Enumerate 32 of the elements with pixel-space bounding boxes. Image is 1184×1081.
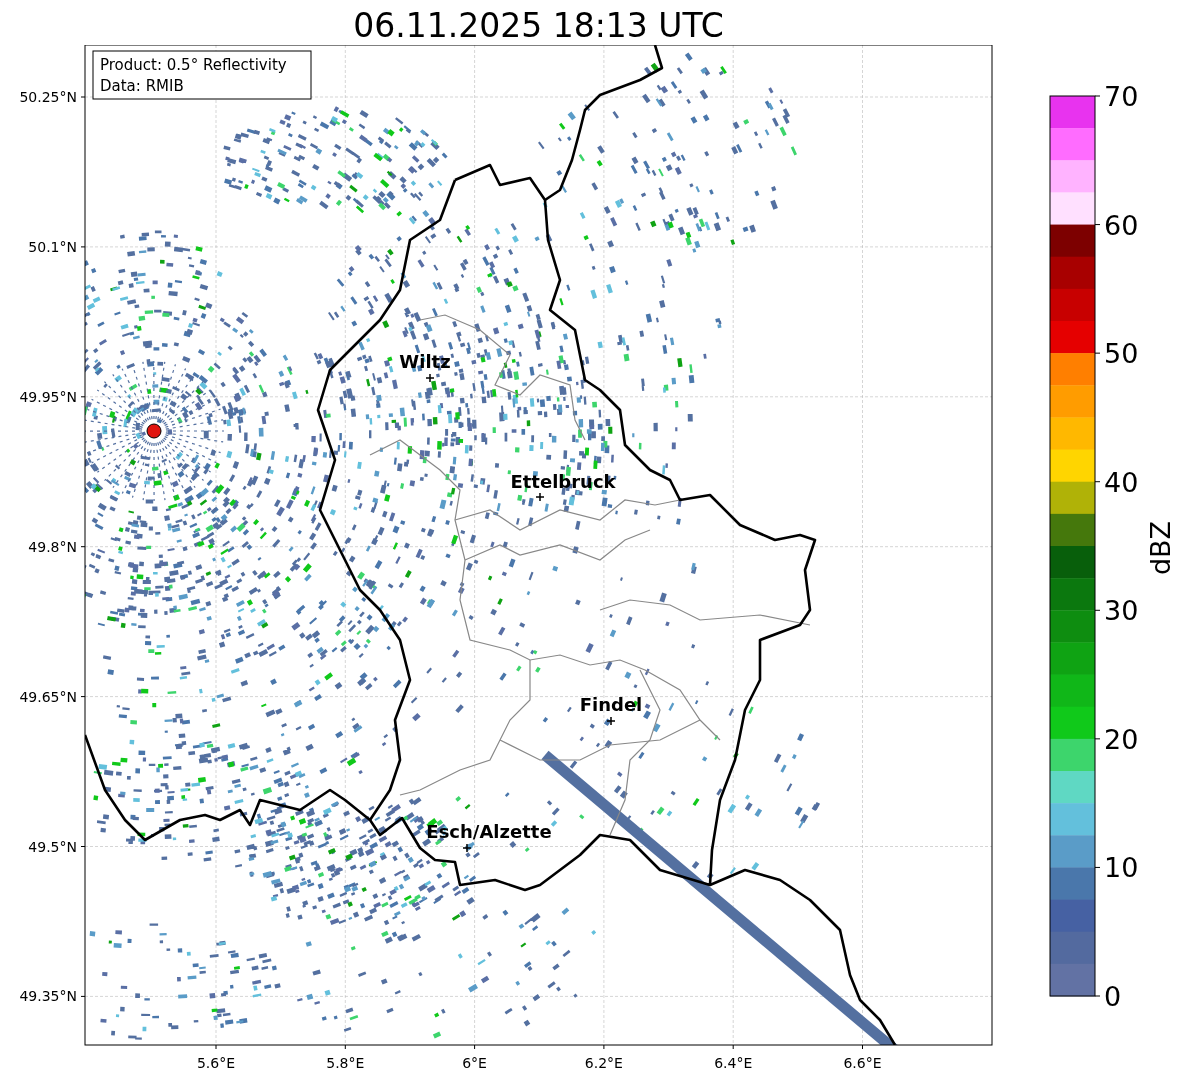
colorbar-tick-label: 40: [1104, 466, 1139, 498]
chart-title: 06.11.2025 18:13 UTC: [353, 5, 724, 42]
longitude-label: 5.6°E: [196, 1055, 236, 1071]
longitude-label: 5.8°E: [326, 1055, 365, 1071]
colorbar-tick-label: 60: [1104, 209, 1139, 241]
colorbar-tick-label: 50: [1104, 338, 1139, 370]
latitude-label: 50.25°N: [19, 89, 77, 105]
colorbar-tick-label: 10: [1104, 852, 1139, 884]
info-text: Data: RMIB: [100, 77, 184, 95]
city-marker: [462, 843, 472, 853]
latitude-label: 49.95°N: [19, 388, 77, 405]
latitude-label: 49.5°N: [28, 838, 77, 855]
radar-site-marker: [146, 423, 162, 439]
city-marker: [425, 373, 435, 383]
colorbar-tick-label: 0: [1104, 981, 1122, 1012]
colorbar-label: dBZ: [1145, 520, 1176, 576]
latitude-label: 49.35°N: [19, 988, 77, 1005]
colorbar-tick-label: 20: [1104, 723, 1139, 755]
colorbar-tick-label: 70: [1104, 81, 1139, 112]
city-marker: [606, 716, 616, 726]
latitude-label: 49.65°N: [19, 688, 77, 705]
info-text: Product: 0.5° Reflectivity: [100, 56, 287, 74]
latitude-label: 49.8°N: [28, 538, 77, 555]
city-marker: [535, 492, 545, 502]
colorbar-tick-label: 30: [1104, 595, 1139, 627]
latitude-label: 50.1°N: [28, 238, 77, 255]
city-label: Findel: [579, 694, 643, 715]
longitude-label: 6.6°E: [843, 1055, 882, 1071]
longitude-label: 6.2°E: [584, 1055, 623, 1071]
longitude-label: 6°E: [462, 1055, 487, 1071]
city-label: Esch/Alzette: [426, 821, 552, 842]
longitude-label: 6.4°E: [714, 1055, 753, 1071]
